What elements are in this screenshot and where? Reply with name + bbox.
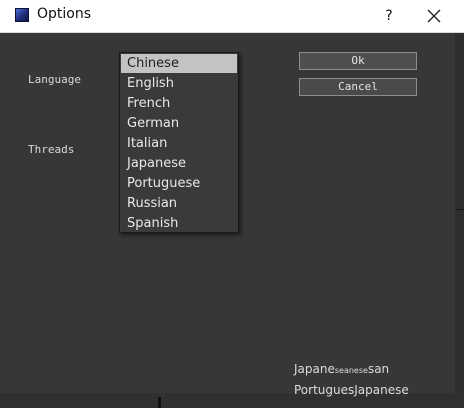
- close-icon: [427, 9, 441, 23]
- ghost-text-artifact: PortuguesJapanese: [294, 383, 409, 397]
- language-label: Language: [28, 73, 81, 86]
- cancel-button[interactable]: Cancel: [299, 78, 417, 96]
- language-option[interactable]: English: [121, 74, 237, 93]
- language-dropdown-list[interactable]: Chinese English French German Italian Ja…: [119, 52, 239, 233]
- language-option[interactable]: Spanish: [121, 214, 237, 233]
- threads-label: Threads: [28, 143, 75, 156]
- language-option[interactable]: French: [121, 94, 237, 113]
- ghost-text-artifact: Japaneseanesesan: [294, 362, 390, 376]
- title-bar: Options ?: [0, 0, 464, 33]
- options-dialog-body: Language Threads Ok Cancel Chinese Engli…: [0, 33, 464, 408]
- app-icon: [15, 8, 29, 22]
- language-option[interactable]: Russian: [121, 194, 237, 213]
- language-option[interactable]: German: [121, 114, 237, 133]
- background-window-edge: [455, 33, 464, 408]
- language-option[interactable]: Japanese: [121, 154, 237, 173]
- ok-button[interactable]: Ok: [299, 52, 417, 70]
- help-button[interactable]: ?: [376, 4, 402, 28]
- language-option[interactable]: Chinese: [121, 54, 237, 73]
- window-title: Options: [37, 6, 92, 22]
- language-option[interactable]: Portuguese: [121, 174, 237, 193]
- language-option[interactable]: Italian: [121, 134, 237, 153]
- close-button[interactable]: [420, 4, 448, 28]
